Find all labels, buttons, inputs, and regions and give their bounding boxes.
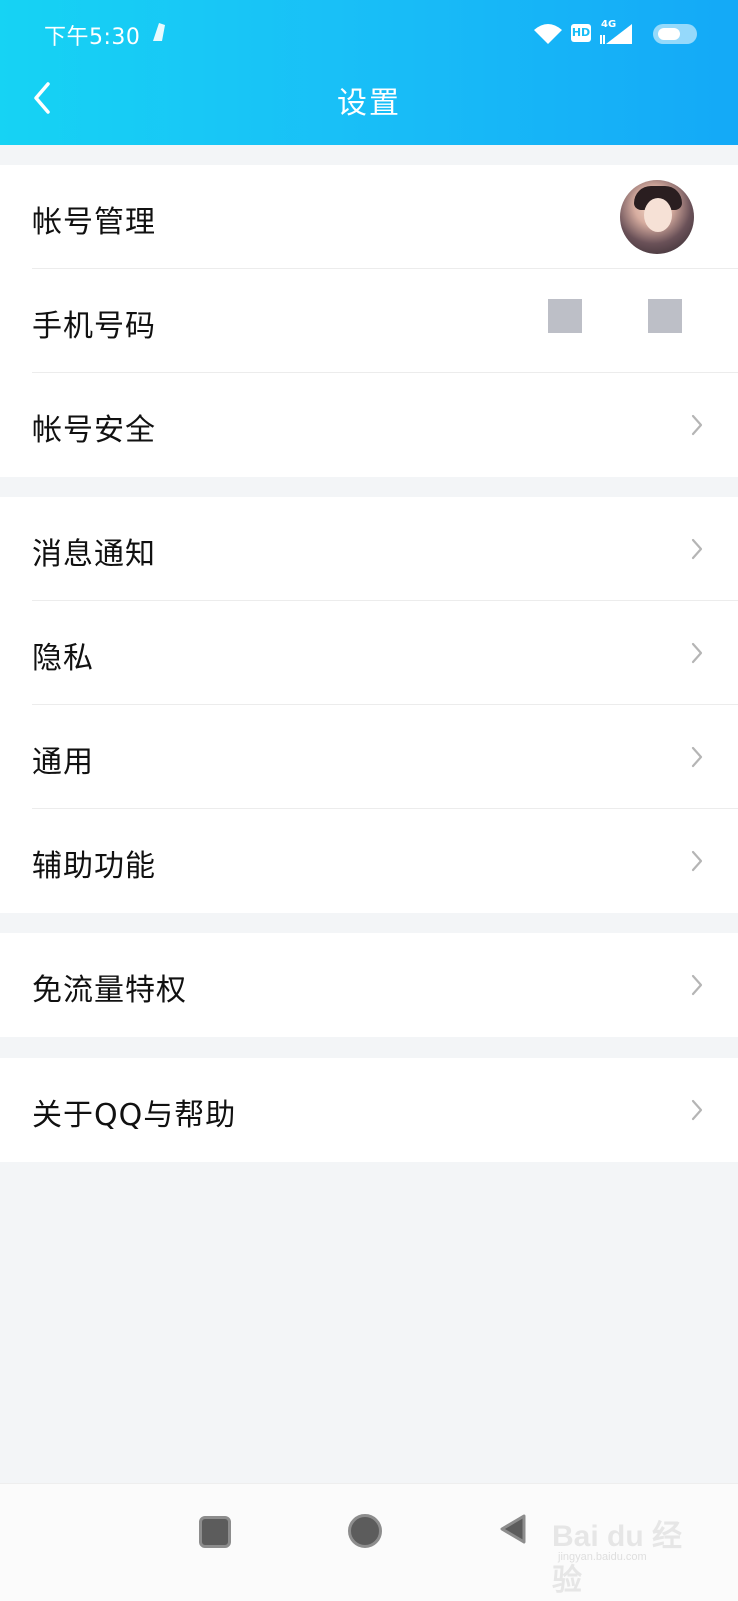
status-time: 下午5:30 (44, 25, 141, 50)
chevron-right-icon (691, 850, 703, 872)
settings-item-account-management[interactable]: 帐号管理 (0, 165, 738, 269)
settings-group-general: 消息通知 隐私 通用 辅助功能 (0, 497, 738, 913)
redacted-block (648, 299, 682, 333)
settings-item-general[interactable]: 通用 (0, 705, 738, 809)
settings-group-about: 关于QQ与帮助 (0, 1058, 738, 1162)
page-title: 设置 (337, 86, 401, 121)
settings-item-accessibility[interactable]: 辅助功能 (0, 809, 738, 913)
settings-item-free-data[interactable]: 免流量特权 (0, 933, 738, 1037)
chevron-right-icon (691, 414, 703, 436)
battery-icon (653, 24, 697, 44)
settings-item-account-security[interactable]: 帐号安全 (0, 373, 738, 477)
watermark-url: jingyan.baidu.com (558, 1551, 647, 1563)
settings-item-about-help[interactable]: 关于QQ与帮助 (0, 1058, 738, 1162)
settings-item-notifications[interactable]: 消息通知 (0, 497, 738, 601)
settings-item-label: 辅助功能 (32, 849, 156, 884)
home-button[interactable] (348, 1514, 382, 1548)
settings-item-label: 通用 (32, 745, 94, 780)
settings-item-label: 手机号码 (32, 309, 156, 344)
settings-item-privacy[interactable]: 隐私 (0, 601, 738, 705)
settings-group-data: 免流量特权 (0, 933, 738, 1037)
hd-badge: HD (571, 24, 591, 42)
app-header: 下午5:30 HD 4G 设置 (0, 0, 738, 145)
wifi-icon (534, 24, 562, 44)
chevron-right-icon (691, 538, 703, 560)
watermark: Bai du 经验 jingyan.baidu.com (552, 1495, 702, 1597)
settings-item-label: 免流量特权 (32, 973, 187, 1008)
signal-icon (600, 24, 632, 44)
settings-item-label: 关于QQ与帮助 (32, 1098, 237, 1133)
settings-item-label: 帐号管理 (32, 205, 156, 240)
redacted-block (548, 299, 582, 333)
nav-back-button[interactable] (498, 1513, 528, 1545)
recent-apps-button[interactable] (199, 1516, 231, 1548)
chevron-right-icon (691, 642, 703, 664)
settings-group-account: 帐号管理 手机号码 帐号安全 (0, 165, 738, 477)
chevron-right-icon (691, 746, 703, 768)
notification-icon (153, 23, 165, 41)
chevron-right-icon (691, 974, 703, 996)
settings-item-phone-number[interactable]: 手机号码 (0, 269, 738, 373)
chevron-right-icon (691, 1099, 703, 1121)
avatar (620, 180, 694, 254)
settings-item-label: 帐号安全 (32, 413, 156, 448)
status-bar: 下午5:30 HD 4G (0, 0, 738, 70)
settings-item-label: 隐私 (32, 641, 94, 676)
settings-item-label: 消息通知 (32, 537, 156, 572)
